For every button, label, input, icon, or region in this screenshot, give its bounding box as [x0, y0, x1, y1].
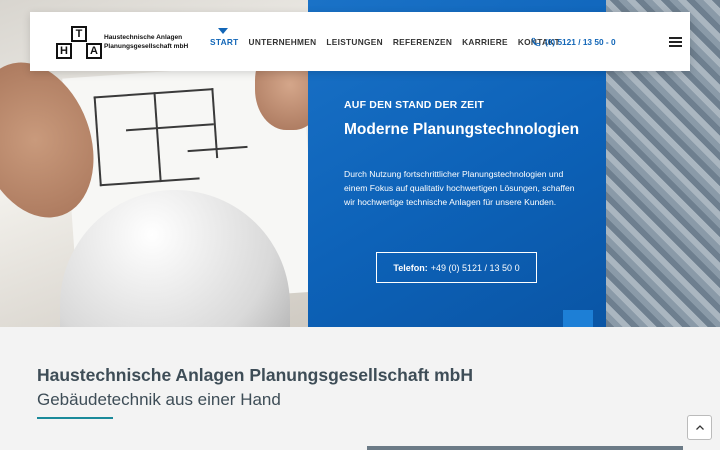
content-image	[367, 446, 683, 450]
heading-underline	[37, 417, 113, 419]
active-caret-icon	[218, 28, 228, 34]
phone-icon	[531, 37, 541, 47]
hero-phone-button[interactable]: Telefon: +49 (0) 5121 / 13 50 0	[376, 252, 537, 283]
logo-line-1: Haustechnische Anlagen	[104, 34, 183, 41]
phone-button-label: Telefon:	[393, 262, 428, 273]
nav-item-karriere[interactable]: KARRIERE	[462, 37, 508, 47]
hero-text: Durch Nutzung fortschrittlicher Planungs…	[344, 169, 575, 207]
logo-letter-a: A	[86, 43, 102, 59]
panel-tab	[563, 310, 593, 327]
nav-item-unternehmen[interactable]: UNTERNEHMEN	[249, 37, 317, 47]
company-heading: Haustechnische Anlagen Planungsgesellsch…	[37, 365, 473, 385]
header-phone-link[interactable]: (0) 5121 / 13 50 - 0	[531, 37, 616, 47]
site-header: H T A Haustechnische Anlagen Planungsges…	[30, 12, 690, 71]
hero-eyebrow: AUF DEN STAND DER ZEIT	[344, 99, 485, 111]
scroll-to-top-button[interactable]	[687, 415, 712, 440]
nav-item-start[interactable]: START	[210, 37, 239, 47]
nav-item-leistungen[interactable]: LEISTUNGEN	[326, 37, 382, 47]
main-nav: START UNTERNEHMEN LEISTUNGEN REFERENZEN …	[210, 37, 570, 47]
chevron-up-icon	[695, 424, 704, 430]
header-phone-number: (0) 5121 / 13 50 - 0	[545, 37, 616, 47]
nav-item-referenzen[interactable]: REFERENZEN	[393, 37, 452, 47]
phone-button-number: +49 (0) 5121 / 13 50 0	[430, 262, 520, 273]
hamburger-icon[interactable]	[669, 37, 682, 47]
logo-letter-h: H	[56, 43, 72, 59]
company-logo[interactable]: H T A Haustechnische Anlagen Planungsges…	[54, 24, 224, 60]
hero-title: Moderne Planungstechnologien	[344, 121, 580, 138]
logo-line-2: Planungsgesellschaft mbH	[104, 43, 189, 50]
company-subline: Gebäudetechnik aus einer Hand	[37, 390, 281, 409]
logo-letter-t: T	[71, 26, 87, 42]
logo-text: Haustechnische Anlagen Planungsgesellsch…	[104, 33, 188, 51]
